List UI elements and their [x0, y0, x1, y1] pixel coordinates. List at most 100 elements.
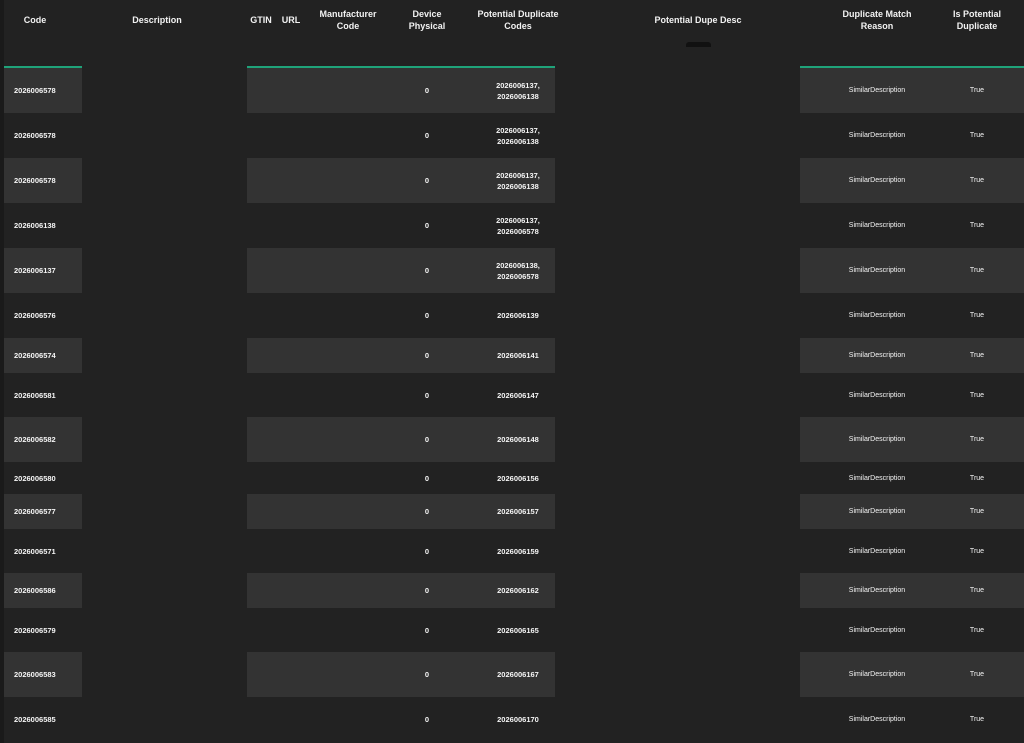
cell-potential-duplicate-codes[interactable]: 2026006156	[470, 462, 566, 494]
cell-code[interactable]: 2026006580	[0, 462, 82, 494]
cell-duplicate-match-reason[interactable]: SimilarDescription	[830, 697, 924, 741]
cell-code[interactable]: 2026006579	[0, 608, 82, 652]
column-header-device-physical[interactable]: Device Physical	[394, 0, 460, 66]
column-header-duplicate-match-reason[interactable]: Duplicate Match Reason	[830, 0, 924, 66]
table-row[interactable]: 2026006137 0 2026006138, 2026006578 SimilarD…	[0, 248, 1024, 293]
cell-code[interactable]: 2026006578	[0, 113, 82, 158]
cell-potential-duplicate-codes[interactable]: 2026006165	[470, 608, 566, 652]
cell-code[interactable]: 2026006571	[0, 529, 82, 573]
column-header-potential-duplicate-codes[interactable]: Potential Duplicate Codes	[470, 0, 566, 66]
cell-code[interactable]: 2026006586	[0, 573, 82, 608]
cell-duplicate-match-reason[interactable]: SimilarDescription	[830, 373, 924, 417]
cell-potential-duplicate-codes[interactable]: 2026006159	[470, 529, 566, 573]
table-row[interactable]: 2026006577 0 2026006157 SimilarDescription T…	[0, 494, 1024, 529]
cell-duplicate-match-reason[interactable]: SimilarDescription	[830, 68, 924, 113]
table-row[interactable]: 2026006581 0 2026006147 SimilarDescription T…	[0, 373, 1024, 417]
column-header-description[interactable]: Description	[82, 0, 232, 66]
cell-is-potential-duplicate[interactable]: True	[936, 113, 1018, 158]
cell-is-potential-duplicate[interactable]: True	[936, 652, 1018, 697]
cell-is-potential-duplicate[interactable]: True	[936, 573, 1018, 608]
cell-is-potential-duplicate[interactable]: True	[936, 158, 1018, 203]
cell-duplicate-match-reason[interactable]: SimilarDescription	[830, 608, 924, 652]
cell-potential-duplicate-codes[interactable]: 2026006137, 2026006138	[470, 158, 566, 203]
cell-duplicate-match-reason[interactable]: SimilarDescription	[830, 573, 924, 608]
cell-potential-duplicate-codes[interactable]: 2026006148	[470, 417, 566, 462]
cell-is-potential-duplicate[interactable]: True	[936, 293, 1018, 338]
cell-is-potential-duplicate[interactable]: True	[936, 462, 1018, 494]
cell-device-physical[interactable]: 0	[394, 373, 460, 417]
cell-duplicate-match-reason[interactable]: SimilarDescription	[830, 158, 924, 203]
column-header-url[interactable]: URL	[276, 0, 306, 66]
cell-potential-duplicate-codes[interactable]: 2026006170	[470, 697, 566, 741]
column-header-is-potential-duplicate[interactable]: Is Potential Duplicate	[936, 0, 1018, 66]
column-header-code[interactable]: Code	[4, 0, 66, 66]
table-row[interactable]: 2026006576 0 2026006139 SimilarDescription T…	[0, 293, 1024, 338]
cell-duplicate-match-reason[interactable]: SimilarDescription	[830, 338, 924, 373]
column-header-potential-dupe-desc[interactable]: Potential Dupe Desc	[600, 0, 796, 66]
cell-potential-duplicate-codes[interactable]: 2026006162	[470, 573, 566, 608]
cell-duplicate-match-reason[interactable]: SimilarDescription	[830, 652, 924, 697]
cell-duplicate-match-reason[interactable]: SimilarDescription	[830, 113, 924, 158]
cell-code[interactable]: 2026006585	[0, 697, 82, 741]
cell-is-potential-duplicate[interactable]: True	[936, 697, 1018, 741]
table-row[interactable]: 2026006582 0 2026006148 SimilarDescription T…	[0, 417, 1024, 462]
cell-code[interactable]: 2026006578	[0, 158, 82, 203]
column-header-gtin[interactable]: GTIN	[246, 0, 276, 66]
cell-is-potential-duplicate[interactable]: True	[936, 529, 1018, 573]
cell-device-physical[interactable]: 0	[394, 608, 460, 652]
cell-duplicate-match-reason[interactable]: SimilarDescription	[830, 462, 924, 494]
cell-code[interactable]: 2026006138	[0, 203, 82, 248]
cell-duplicate-match-reason[interactable]: SimilarDescription	[830, 203, 924, 248]
cell-potential-duplicate-codes[interactable]: 2026006157	[470, 494, 566, 529]
table-row[interactable]: 2026006571 0 2026006159 SimilarDescription T…	[0, 529, 1024, 573]
cell-code[interactable]: 2026006137	[0, 248, 82, 293]
cell-device-physical[interactable]: 0	[394, 462, 460, 494]
cell-device-physical[interactable]: 0	[394, 697, 460, 741]
cell-duplicate-match-reason[interactable]: SimilarDescription	[830, 248, 924, 293]
cell-is-potential-duplicate[interactable]: True	[936, 417, 1018, 462]
cell-potential-duplicate-codes[interactable]: 2026006139	[470, 293, 566, 338]
cell-device-physical[interactable]: 0	[394, 494, 460, 529]
cell-duplicate-match-reason[interactable]: SimilarDescription	[830, 417, 924, 462]
cell-is-potential-duplicate[interactable]: True	[936, 608, 1018, 652]
cell-code[interactable]: 2026006582	[0, 417, 82, 462]
cell-device-physical[interactable]: 0	[394, 417, 460, 462]
cell-duplicate-match-reason[interactable]: SimilarDescription	[830, 494, 924, 529]
cell-code[interactable]: 2026006577	[0, 494, 82, 529]
cell-device-physical[interactable]: 0	[394, 68, 460, 113]
cell-device-physical[interactable]: 0	[394, 248, 460, 293]
cell-device-physical[interactable]: 0	[394, 293, 460, 338]
cell-code[interactable]: 2026006576	[0, 293, 82, 338]
cell-potential-duplicate-codes[interactable]: 2026006147	[470, 373, 566, 417]
cell-potential-duplicate-codes[interactable]: 2026006141	[470, 338, 566, 373]
cell-potential-duplicate-codes[interactable]: 2026006137, 2026006578	[470, 203, 566, 248]
cell-device-physical[interactable]: 0	[394, 652, 460, 697]
cell-device-physical[interactable]: 0	[394, 203, 460, 248]
cell-duplicate-match-reason[interactable]: SimilarDescription	[830, 293, 924, 338]
cell-potential-duplicate-codes[interactable]: 2026006137, 2026006138	[470, 68, 566, 113]
table-row[interactable]: 2026006579 0 2026006165 SimilarDescription T…	[0, 608, 1024, 652]
table-row[interactable]: 2026006580 0 2026006156 SimilarDescription T…	[0, 462, 1024, 494]
cell-is-potential-duplicate[interactable]: True	[936, 203, 1018, 248]
cell-is-potential-duplicate[interactable]: True	[936, 494, 1018, 529]
cell-code[interactable]: 2026006583	[0, 652, 82, 697]
cell-duplicate-match-reason[interactable]: SimilarDescription	[830, 529, 924, 573]
column-resize-handle[interactable]	[686, 42, 711, 47]
column-header-manufacturer-code[interactable]: Manufacturer Code	[310, 0, 386, 66]
cell-device-physical[interactable]: 0	[394, 529, 460, 573]
cell-potential-duplicate-codes[interactable]: 2026006138, 2026006578	[470, 248, 566, 293]
cell-potential-duplicate-codes[interactable]: 2026006167	[470, 652, 566, 697]
cell-code[interactable]: 2026006574	[0, 338, 82, 373]
cell-code[interactable]: 2026006578	[0, 68, 82, 113]
table-row[interactable]: 2026006578 0 2026006137, 2026006138 SimilarD…	[0, 113, 1024, 158]
cell-code[interactable]: 2026006581	[0, 373, 82, 417]
cell-is-potential-duplicate[interactable]: True	[936, 68, 1018, 113]
table-row[interactable]: 2026006583 0 2026006167 SimilarDescription T…	[0, 652, 1024, 697]
table-row[interactable]: 2026006585 0 2026006170 SimilarDescription T…	[0, 697, 1024, 741]
cell-potential-duplicate-codes[interactable]: 2026006137, 2026006138	[470, 113, 566, 158]
cell-device-physical[interactable]: 0	[394, 338, 460, 373]
table-row[interactable]: 2026006578 0 2026006137, 2026006138 SimilarD…	[0, 68, 1024, 113]
cell-is-potential-duplicate[interactable]: True	[936, 248, 1018, 293]
cell-is-potential-duplicate[interactable]: True	[936, 338, 1018, 373]
cell-device-physical[interactable]: 0	[394, 158, 460, 203]
